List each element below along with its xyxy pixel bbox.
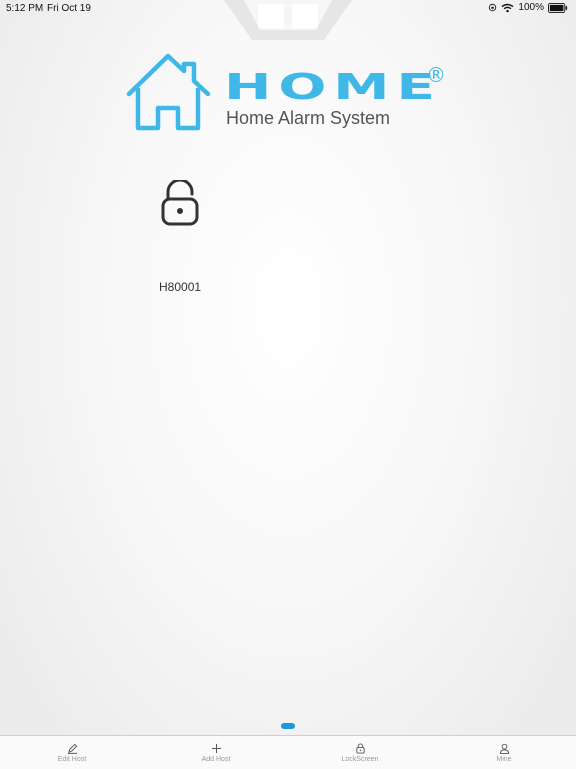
logo-wordmark: HOME <box>224 66 442 108</box>
status-time: 5:12 PM <box>6 3 44 14</box>
status-indicators: 100% <box>488 2 568 13</box>
tab-edit-host[interactable]: Edit Host <box>0 736 144 769</box>
logo-subtitle: Home Alarm System <box>226 108 391 128</box>
house-logo-icon <box>126 53 211 131</box>
page-indicator <box>281 723 295 729</box>
person-icon <box>499 743 509 754</box>
tab-label: Add Host <box>201 756 231 763</box>
status-bar: 5:12 PM Fri Oct 19 100% <box>0 0 576 16</box>
tab-label: Edit Host <box>57 756 87 763</box>
tab-bar: Edit Host Add Host LockScreen Mine <box>0 735 576 769</box>
registered-mark: ® <box>426 63 446 87</box>
battery-percent: 100% <box>518 2 544 13</box>
orientation-lock-icon <box>488 3 497 12</box>
host-name[interactable]: H80001 <box>159 280 201 294</box>
plus-icon <box>211 743 221 754</box>
unlocked-padlock-icon[interactable] <box>160 178 200 231</box>
tab-mine[interactable]: Mine <box>432 736 576 769</box>
tab-lockscreen[interactable]: LockScreen <box>288 736 432 769</box>
tab-label: Mine <box>496 756 512 763</box>
tab-label: LockScreen <box>341 756 379 763</box>
home-logo: HOME ® Home Alarm System <box>124 52 454 132</box>
lock-icon <box>355 743 365 754</box>
pencil-icon <box>67 743 77 754</box>
battery-icon <box>548 2 568 13</box>
status-date: Fri Oct 19 <box>47 3 91 14</box>
wifi-icon <box>501 3 514 13</box>
tab-add-host[interactable]: Add Host <box>144 736 288 769</box>
